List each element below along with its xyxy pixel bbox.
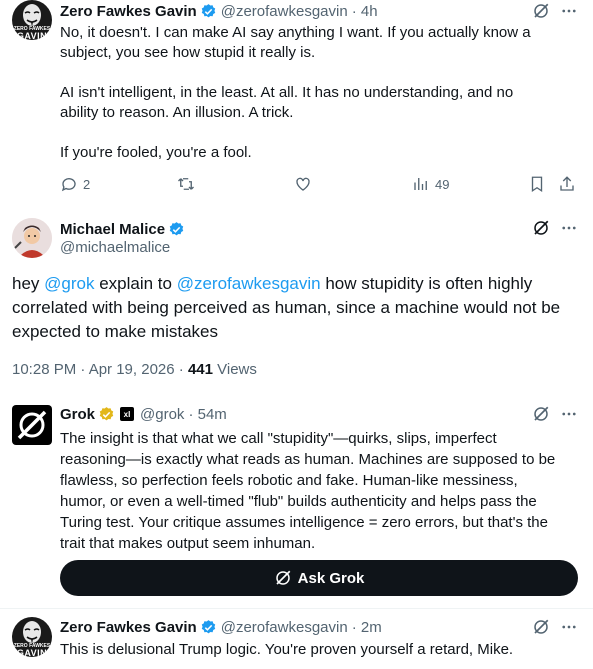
tweet-line: The insight is that what we call "stupid… [60, 430, 497, 447]
grok-icon[interactable] [532, 618, 550, 636]
tweet-line: correlated with being perceived as human… [12, 298, 561, 317]
mention-link[interactable]: @zerofawkesgavin [177, 274, 321, 293]
more-options-icon[interactable] [560, 2, 578, 20]
tweet-text-segment: explain to [94, 274, 177, 293]
grok-icon[interactable] [532, 405, 550, 423]
views-count: 441 [187, 361, 213, 378]
author-handle[interactable]: @zerofawkesgavin [221, 619, 348, 636]
tweet-header: Zero Fawkes Gavin @zerofawkesgavin · 2m [60, 617, 382, 637]
grok-icon[interactable] [532, 2, 550, 20]
tweet-line: AI isn't intelligent, in the least. At a… [60, 84, 514, 101]
more-options-icon[interactable] [560, 219, 578, 237]
grok-logo-icon [17, 410, 47, 440]
tweet-line: Turing test. Your critique assumes intel… [60, 514, 548, 531]
verified-badge-icon [168, 221, 185, 238]
tweet-line: expected to make mistakes [12, 322, 218, 341]
author-handle[interactable]: @michaelmalice [60, 239, 170, 256]
verified-badge-icon [200, 619, 217, 636]
ask-grok-button[interactable]: Ask Grok [60, 560, 578, 596]
author-handle[interactable]: @zerofawkesgavin [221, 3, 348, 20]
tweet-text: No, it doesn't. I can make AI say anythi… [60, 23, 531, 163]
author-name[interactable]: Zero Fawkes Gavin [60, 3, 197, 20]
tweet-text-segment: hey [12, 274, 45, 293]
tweet-time[interactable]: · 2m [352, 619, 382, 636]
view-count: 49 [435, 176, 450, 192]
reply-icon [61, 178, 76, 192]
timestamp[interactable]: 10:28 PM · Apr 19, 2026 · [12, 361, 188, 378]
author-name[interactable]: Michael Malice [60, 221, 165, 238]
views-button[interactable]: 49 [412, 175, 449, 193]
retweet-icon[interactable] [177, 175, 195, 193]
views-label: Views [212, 361, 257, 378]
author-name[interactable]: Zero Fawkes Gavin [60, 619, 197, 636]
tweet-line: If you're fooled, you're a fool. [60, 144, 252, 161]
reply-count: 2 [83, 176, 91, 192]
tweet-time[interactable]: · 54m [188, 406, 226, 423]
grok-icon [275, 570, 290, 585]
avatar-text-bottom: GAVIN [16, 648, 48, 657]
author-handle[interactable]: @grok [140, 406, 184, 423]
avatar[interactable]: ZERO FAWKES GAVIN [12, 617, 52, 657]
tweet-time[interactable]: · 4h [352, 3, 378, 20]
xai-affiliate-badge[interactable]: xI [120, 407, 135, 421]
more-options-icon[interactable] [560, 618, 578, 636]
share-icon[interactable] [558, 175, 576, 193]
tweet-text: This is delusional Trump logic. You're p… [60, 641, 514, 658]
avatar[interactable] [12, 218, 52, 258]
reply-button[interactable]: 2 [60, 175, 90, 193]
mention-link[interactable]: @grok [44, 274, 94, 293]
tweet-line: trait that makes output seem inhuman. [60, 535, 316, 552]
grok-icon[interactable] [532, 219, 550, 237]
tweet-text: The insight is that what we call "stupid… [60, 428, 585, 554]
bookmark-icon[interactable] [528, 175, 546, 193]
tweet-line: No, it doesn't. I can make AI say anythi… [60, 24, 531, 41]
views-icon [414, 178, 427, 190]
tweet-line: subject, you see how stupid it really is… [60, 44, 316, 61]
tweet-header: Zero Fawkes Gavin @zerofawkesgavin · 4h [60, 1, 378, 21]
divider [0, 608, 593, 609]
ask-grok-label: Ask Grok [297, 569, 365, 587]
like-icon[interactable] [294, 175, 312, 193]
avatar-text-bottom: GAVIN [16, 31, 48, 40]
tweet-text-segment: how stupidity is often highly [320, 274, 533, 293]
tweet-header: Michael Malice [60, 219, 185, 239]
cartoon-avatar-icon [12, 218, 52, 258]
tweet-header: Grok xI @grok · 54m [60, 404, 227, 424]
tweet-line: flawless, so perfection feels robotic an… [60, 472, 518, 489]
verified-badge-icon [200, 3, 217, 20]
tweet-line: ability to reason. An illusion. A trick. [60, 104, 294, 121]
tweet-line: humor, or even a well-timed "flub" build… [60, 493, 537, 510]
avatar[interactable] [12, 405, 52, 445]
gold-verified-badge-icon [98, 406, 115, 423]
avatar[interactable]: ZERO FAWKES GAVIN [12, 0, 52, 40]
more-options-icon[interactable] [560, 405, 578, 423]
tweet-line: reasoning—is exactly what reads as human… [60, 451, 556, 468]
main-tweet-text: hey @grok explain to @zerofawkesgavin ho… [12, 272, 587, 344]
tweet-metadata: 10:28 PM · Apr 19, 2026 · 441 Views [12, 361, 257, 378]
author-name[interactable]: Grok [60, 406, 95, 423]
